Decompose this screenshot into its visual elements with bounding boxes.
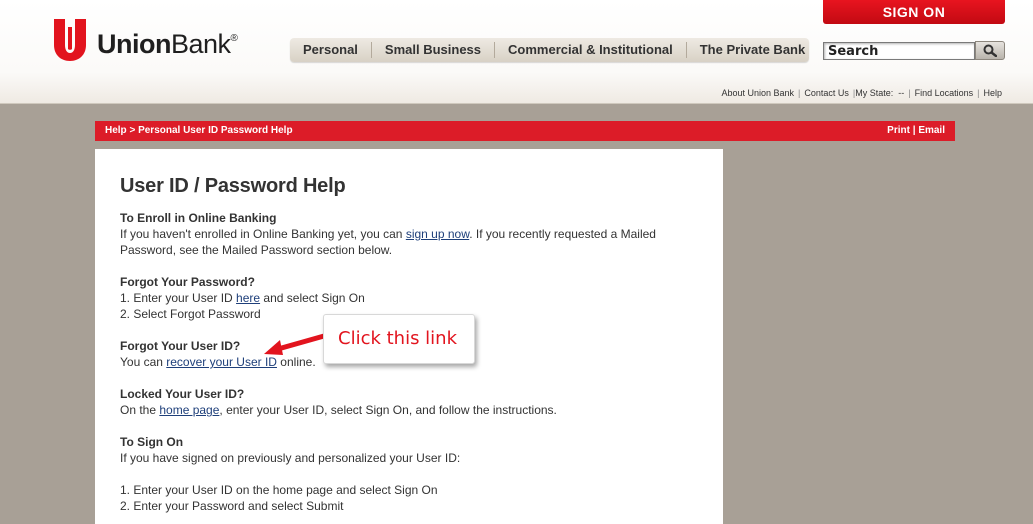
section-locked-user-id: Locked Your User ID? On the home page, e… <box>120 386 700 418</box>
main-nav: Personal Small Business Commercial & Ins… <box>290 38 809 62</box>
about-link[interactable]: About Union Bank <box>721 88 794 98</box>
union-bank-logo-icon[interactable] <box>52 19 88 61</box>
text-fragment: and select Sign On <box>260 291 365 305</box>
breadcrumb-bar: Help > Personal User ID Password Help Pr… <box>95 121 955 141</box>
section-step: 1. Enter your User ID here and select Si… <box>120 290 700 306</box>
text-fragment: 1. Enter your User ID <box>120 291 237 305</box>
section-step: 2. Enter your Password and select Submit <box>120 499 344 513</box>
nav-item-personal[interactable]: Personal <box>290 42 372 58</box>
section-text: If you haven't enrolled in Online Bankin… <box>120 226 700 242</box>
annotation-callout: Click this link <box>323 314 475 364</box>
home-page-link[interactable]: home page <box>159 403 219 417</box>
search-button[interactable] <box>975 41 1005 60</box>
email-link[interactable]: Email <box>918 125 945 136</box>
brand-name-bold: Union <box>97 29 171 59</box>
page-actions: Print | Email <box>887 125 945 136</box>
contact-link[interactable]: Contact Us <box>804 88 849 98</box>
state-selector[interactable]: -- <box>898 88 904 98</box>
utility-divider: | <box>798 88 801 98</box>
annotation-arrow-icon <box>264 333 326 355</box>
here-link[interactable]: here <box>236 291 260 305</box>
find-locations-link[interactable]: Find Locations <box>915 88 974 98</box>
brand-name-rest: Bank <box>170 29 231 59</box>
section-heading: To Enroll in Online Banking <box>120 211 277 225</box>
text-fragment: , enter your User ID, select Sign On, an… <box>219 403 557 417</box>
section-heading: Forgot Your Password? <box>120 275 255 289</box>
nav-item-commercial[interactable]: Commercial & Institutional <box>495 42 687 58</box>
state-label: My State: <box>855 88 894 98</box>
section-step: 1. Enter your User ID on the home page a… <box>120 483 438 497</box>
section-text: Password, see the Mailed Password sectio… <box>120 243 393 257</box>
utility-divider: | <box>908 88 911 98</box>
text-fragment: If you haven't enrolled in Online Bankin… <box>120 227 406 241</box>
utility-divider: | <box>977 88 980 98</box>
text-fragment: On the <box>120 403 160 417</box>
sign-on-button[interactable]: SIGN ON <box>823 0 1005 24</box>
help-link[interactable]: Help <box>983 88 1002 98</box>
utility-links: About Union Bank | Contact Us |My State: --… <box>721 88 1002 98</box>
sign-up-now-link[interactable]: sign up now <box>406 227 469 241</box>
text-fragment: You can <box>120 355 167 369</box>
section-sign-on: To Sign On If you have signed on previou… <box>120 434 700 514</box>
brand-registered-mark: ® <box>230 33 238 44</box>
section-enroll: To Enroll in Online Banking If you haven… <box>120 210 700 258</box>
section-text: On the home page, enter your User ID, se… <box>120 402 700 418</box>
site-header: UnionBank® SIGN ON Personal Small Busine… <box>0 0 1033 104</box>
nav-item-private-bank[interactable]: The Private Bank <box>687 42 819 58</box>
recover-user-id-link[interactable]: recover your User ID <box>166 355 277 369</box>
section-text: If you have signed on previously and per… <box>120 451 461 465</box>
nav-item-small-business[interactable]: Small Business <box>372 42 496 58</box>
breadcrumb[interactable]: Help > Personal User ID Password Help <box>105 125 293 136</box>
section-heading: To Sign On <box>120 435 184 449</box>
search-icon <box>983 44 997 57</box>
brand-logo-text[interactable]: UnionBank® <box>97 29 238 60</box>
text-fragment: . If you recently requested a Mailed <box>469 227 656 241</box>
actions-divider: | <box>912 125 916 136</box>
section-heading: Locked Your User ID? <box>120 387 245 401</box>
search-input[interactable]: Search <box>823 42 975 60</box>
print-link[interactable]: Print <box>887 125 910 136</box>
page-title: User ID / Password Help <box>120 175 346 197</box>
